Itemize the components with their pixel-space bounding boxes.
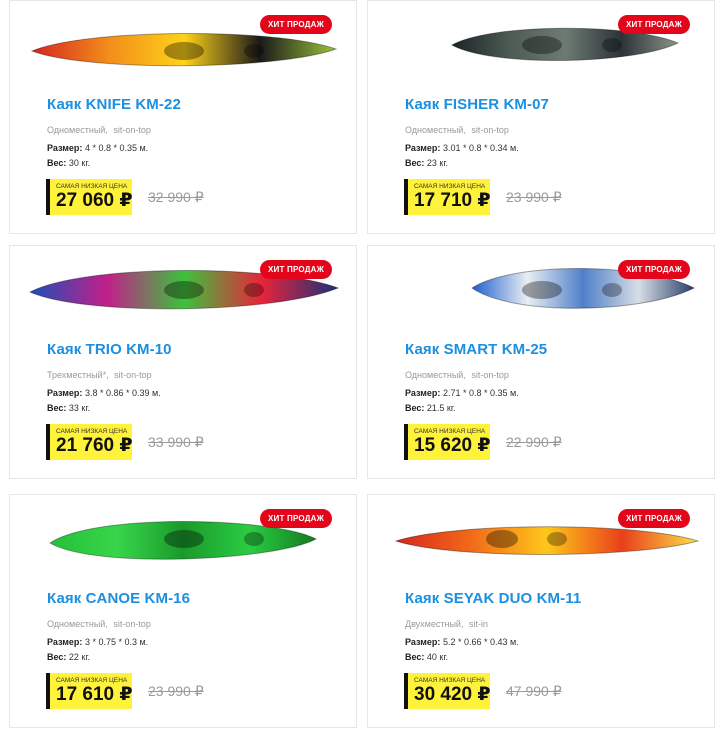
spec-weight-value: 21.5 кг. xyxy=(426,403,456,413)
tag-seats: Одноместный, xyxy=(47,125,108,135)
spec-size-label: Размер: xyxy=(47,388,83,398)
price-caption: САМАЯ НИЗКАЯ ЦЕНА xyxy=(56,677,128,684)
tag-seats: Одноместный, xyxy=(47,619,108,629)
current-price: 21 760 ₽ xyxy=(56,435,133,456)
spec-weight: Вес: 40 кг. xyxy=(405,652,448,662)
current-price: 15 620 ₽ xyxy=(414,435,491,456)
old-price: 23 990 ₽ xyxy=(148,683,204,699)
product-tags: Одноместный, sit-on-top xyxy=(47,619,151,629)
tag-type: sit-in xyxy=(468,619,488,629)
hit-badge: ХИТ ПРОДАЖ xyxy=(618,260,690,279)
spec-size-value: 2.71 * 0.8 * 0.35 м. xyxy=(442,388,519,398)
tag-seats: Трехместный*, xyxy=(47,370,109,380)
product-title[interactable]: Каяк KNIFE KM-22 xyxy=(47,96,181,113)
tag-type: sit-on-top xyxy=(113,619,151,629)
spec-size: Размер: 3.01 * 0.8 * 0.34 м. xyxy=(405,143,519,153)
product-card[interactable]: ХИТ ПРОДАЖ Каяк FISHER KM-07 Одноместный… xyxy=(367,0,715,234)
spec-weight-value: 30 кг. xyxy=(68,158,91,168)
product-title[interactable]: Каяк SMART KM-25 xyxy=(405,341,547,358)
product-title[interactable]: Каяк SEYAK DUO KM-11 xyxy=(405,590,581,607)
spec-weight-value: 23 кг. xyxy=(426,158,449,168)
spec-size-label: Размер: xyxy=(405,143,441,153)
price-caption: САМАЯ НИЗКАЯ ЦЕНА xyxy=(414,677,486,684)
product-tags: Одноместный, sit-on-top xyxy=(47,125,151,135)
spec-weight-label: Вес: xyxy=(405,403,425,413)
current-price: 27 060 ₽ xyxy=(56,190,133,211)
hit-badge: ХИТ ПРОДАЖ xyxy=(618,509,690,528)
tag-type: sit-on-top xyxy=(471,370,509,380)
spec-size-value: 3 * 0.75 * 0.3 м. xyxy=(84,637,149,647)
price-tag: САМАЯ НИЗКАЯ ЦЕНА 17 610 ₽ xyxy=(46,673,133,709)
hit-badge: ХИТ ПРОДАЖ xyxy=(260,509,332,528)
product-card[interactable]: ХИТ ПРОДАЖ Каяк TRIO KM-10 Трехместный*,… xyxy=(9,245,357,479)
spec-weight-label: Вес: xyxy=(405,652,425,662)
tag-type: sit-on-top xyxy=(114,370,152,380)
hit-badge: ХИТ ПРОДАЖ xyxy=(260,15,332,34)
spec-weight-value: 40 кг. xyxy=(426,652,449,662)
old-price: 33 990 ₽ xyxy=(148,434,204,450)
old-price: 22 990 ₽ xyxy=(506,434,562,450)
product-title[interactable]: Каяк TRIO KM-10 xyxy=(47,341,172,358)
product-title[interactable]: Каяк FISHER KM-07 xyxy=(405,96,549,113)
spec-size-label: Размер: xyxy=(405,637,441,647)
old-price: 47 990 ₽ xyxy=(506,683,562,699)
product-card[interactable]: ХИТ ПРОДАЖ Каяк CANOE KM-16 Одноместный,… xyxy=(9,494,357,728)
spec-size: Размер: 4 * 0.8 * 0.35 м. xyxy=(47,143,148,153)
spec-weight-label: Вес: xyxy=(47,403,67,413)
spec-size-value: 5.2 * 0.66 * 0.43 м. xyxy=(442,637,519,647)
spec-size: Размер: 3 * 0.75 * 0.3 м. xyxy=(47,637,148,647)
product-card[interactable]: ХИТ ПРОДАЖ Каяк KNIFE KM-22 Одноместный,… xyxy=(9,0,357,234)
spec-size-label: Размер: xyxy=(47,637,83,647)
price-caption: САМАЯ НИЗКАЯ ЦЕНА xyxy=(414,183,486,190)
tag-seats: Одноместный, xyxy=(405,125,466,135)
spec-size-value: 3.01 * 0.8 * 0.34 м. xyxy=(442,143,519,153)
product-title[interactable]: Каяк CANOE KM-16 xyxy=(47,590,190,607)
spec-weight: Вес: 23 кг. xyxy=(405,158,448,168)
current-price: 17 710 ₽ xyxy=(414,190,491,211)
price-tag: САМАЯ НИЗКАЯ ЦЕНА 27 060 ₽ xyxy=(46,179,133,215)
price-caption: САМАЯ НИЗКАЯ ЦЕНА xyxy=(414,428,486,435)
spec-weight: Вес: 21.5 кг. xyxy=(405,403,456,413)
spec-weight-label: Вес: xyxy=(47,158,67,168)
hit-badge: ХИТ ПРОДАЖ xyxy=(260,260,332,279)
spec-size: Размер: 3.8 * 0.86 * 0.39 м. xyxy=(47,388,161,398)
price-caption: САМАЯ НИЗКАЯ ЦЕНА xyxy=(56,183,128,190)
product-tags: Трехместный*, sit-on-top xyxy=(47,370,152,380)
spec-weight: Вес: 22 кг. xyxy=(47,652,90,662)
tag-type: sit-on-top xyxy=(113,125,151,135)
spec-size-value: 4 * 0.8 * 0.35 м. xyxy=(84,143,149,153)
spec-weight: Вес: 33 кг. xyxy=(47,403,90,413)
spec-weight-value: 22 кг. xyxy=(68,652,91,662)
tag-type: sit-on-top xyxy=(471,125,509,135)
spec-size-label: Размер: xyxy=(405,388,441,398)
spec-size-value: 3.8 * 0.86 * 0.39 м. xyxy=(84,388,161,398)
spec-size-label: Размер: xyxy=(47,143,83,153)
product-card[interactable]: ХИТ ПРОДАЖ Каяк SEYAK DUO KM-11 Двухмест… xyxy=(367,494,715,728)
hit-badge: ХИТ ПРОДАЖ xyxy=(618,15,690,34)
price-tag: САМАЯ НИЗКАЯ ЦЕНА 21 760 ₽ xyxy=(46,424,133,460)
current-price: 17 610 ₽ xyxy=(56,684,133,705)
product-tags: Одноместный, sit-on-top xyxy=(405,370,509,380)
spec-weight: Вес: 30 кг. xyxy=(47,158,90,168)
spec-size: Размер: 5.2 * 0.66 * 0.43 м. xyxy=(405,637,519,647)
spec-size: Размер: 2.71 * 0.8 * 0.35 м. xyxy=(405,388,519,398)
old-price: 32 990 ₽ xyxy=(148,189,204,205)
product-card[interactable]: ХИТ ПРОДАЖ Каяк SMART KM-25 Одноместный,… xyxy=(367,245,715,479)
product-tags: Двухместный, sit-in xyxy=(405,619,488,629)
old-price: 23 990 ₽ xyxy=(506,189,562,205)
spec-weight-label: Вес: xyxy=(405,158,425,168)
price-tag: САМАЯ НИЗКАЯ ЦЕНА 30 420 ₽ xyxy=(404,673,491,709)
price-tag: САМАЯ НИЗКАЯ ЦЕНА 15 620 ₽ xyxy=(404,424,491,460)
spec-weight-value: 33 кг. xyxy=(68,403,91,413)
current-price: 30 420 ₽ xyxy=(414,684,491,705)
product-tags: Одноместный, sit-on-top xyxy=(405,125,509,135)
tag-seats: Двухместный, xyxy=(405,619,464,629)
price-tag: САМАЯ НИЗКАЯ ЦЕНА 17 710 ₽ xyxy=(404,179,491,215)
spec-weight-label: Вес: xyxy=(47,652,67,662)
tag-seats: Одноместный, xyxy=(405,370,466,380)
price-caption: САМАЯ НИЗКАЯ ЦЕНА xyxy=(56,428,128,435)
